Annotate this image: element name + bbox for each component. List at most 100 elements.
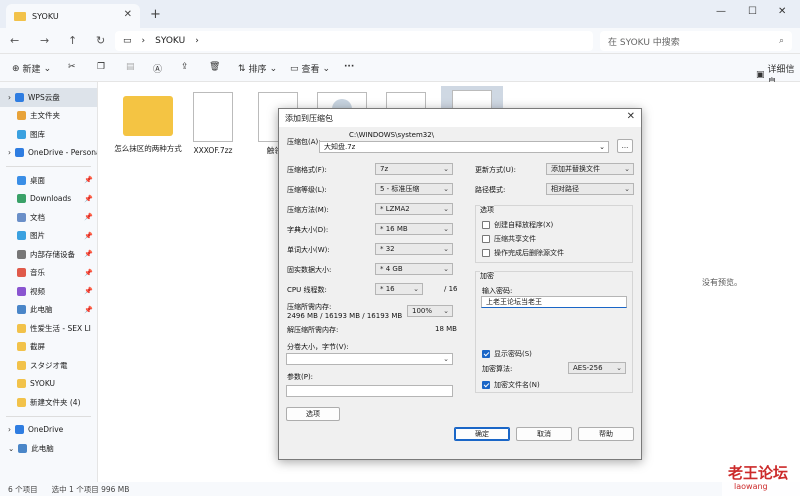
dialog-title-bar: 添加到压缩包 ✕ [279, 109, 641, 127]
copy-icon[interactable]: ❐ [97, 62, 105, 72]
archive-name-combo[interactable]: 大知盘.7z ⌄ [319, 141, 609, 153]
chevron-down-icon: ⌄ [322, 63, 331, 74]
update-select[interactable]: 添加并替换文件 ⌄ [546, 163, 634, 175]
navigation-bar: ← → ↑ ↻ ▭ › SYOKU › 在 SYOKU 中搜索 ⌕ [0, 28, 800, 54]
more-button[interactable]: ··· [344, 62, 354, 72]
shared-files-checkbox[interactable]: 压缩共享文件 [482, 234, 536, 244]
sidebar-item-documents[interactable]: 文档 📌 [0, 208, 97, 227]
password-input[interactable]: 上老王论坛当老王 [481, 296, 627, 308]
pin-icon: 📌 [84, 305, 93, 314]
update-label: 更新方式(U): [475, 166, 516, 174]
sidebar-item-label: 此电脑 [31, 443, 54, 453]
sidebar-item-folder-sex-life[interactable]: 性爱生活 - SEX LI [0, 319, 97, 338]
method-select[interactable]: * LZMA2 ⌄ [375, 203, 453, 215]
help-button[interactable]: 帮助 [578, 427, 634, 441]
sfx-checkbox[interactable]: 创建自释放程序(X) [482, 220, 553, 230]
file-item[interactable]: XXXOF.7zz [178, 92, 248, 156]
close-window-button[interactable]: ✕ [778, 6, 786, 17]
document-icon [17, 212, 26, 222]
sidebar-item-internal-storage[interactable]: 内部存储设备 📌 [0, 245, 97, 264]
sidebar-item-desktop[interactable]: 桌面 📌 [0, 171, 97, 190]
address-bar[interactable]: ▭ › SYOKU › [115, 31, 593, 51]
format-select[interactable]: 7z ⌄ [375, 163, 453, 175]
new-tab-button[interactable]: + [150, 7, 161, 22]
ok-button[interactable]: 确定 [454, 427, 510, 441]
download-icon [17, 194, 26, 204]
threads-total: / 16 [444, 285, 458, 293]
paste-icon[interactable]: ▤ [126, 62, 135, 72]
solid-value: * 4 GB [380, 265, 403, 273]
params-input[interactable] [286, 385, 453, 397]
sidebar-item-studio[interactable]: スタジオ電 [0, 356, 97, 375]
options-button[interactable]: 选项 [286, 407, 340, 421]
minimize-button[interactable]: — [716, 6, 726, 17]
search-input[interactable]: 在 SYOKU 中搜索 ⌕ [600, 31, 792, 51]
up-icon[interactable]: ↑ [68, 34, 77, 47]
computer-icon [18, 443, 28, 453]
sort-button[interactable]: ⇅ 排序 ⌄ [238, 62, 277, 76]
level-select[interactable]: 5 - 标准压缩 ⌄ [375, 183, 453, 195]
sidebar-item-label: WPS云盘 [28, 92, 60, 102]
sidebar-item-new-folder-4[interactable]: 新建文件夹 (4) [0, 393, 97, 412]
enc-method-label: 加密算法: [482, 365, 513, 373]
sidebar-item-onedrive[interactable]: › OneDrive [0, 421, 97, 440]
chevron-right-icon: › [8, 425, 11, 435]
navigation-pane: › WPS云盘 主文件夹 图库 › OneDrive - Persona 桌面 📌 D… [0, 82, 98, 482]
chevron-down-icon: ⌄ [443, 225, 449, 233]
threads-label: CPU 线程数: [287, 286, 327, 294]
sidebar-item-pictures[interactable]: 图片 📌 [0, 227, 97, 246]
mem-percent-select[interactable]: 100% ⌄ [407, 305, 453, 317]
back-icon[interactable]: ← [10, 34, 19, 47]
pin-icon: 📌 [84, 287, 93, 296]
path-mode-select[interactable]: 相对路径 ⌄ [546, 183, 634, 195]
tab-syoku[interactable]: SYOKU ✕ [6, 4, 140, 28]
sidebar-item-onedrive-personal[interactable]: › OneDrive - Persona [0, 144, 97, 163]
cut-icon[interactable]: ✂ [68, 62, 76, 72]
share-icon[interactable]: ⇪ [181, 62, 189, 72]
sidebar-item-home[interactable]: 主文件夹 [0, 107, 97, 126]
add-to-archive-dialog: 添加到压缩包 ✕ 压缩包(A): C:\WINDOWS\system32\ 大知… [278, 108, 642, 460]
sidebar-item-screenshots[interactable]: 截屏 [0, 338, 97, 357]
sidebar-item-music[interactable]: 音乐 📌 [0, 264, 97, 283]
split-size-combo[interactable]: ⌄ [286, 353, 453, 365]
file-item[interactable]: 怎么抹区的两种方式 [113, 92, 183, 154]
word-select[interactable]: * 32 ⌄ [375, 243, 453, 255]
sidebar-item-this-pc[interactable]: ⌄ 此电脑 [0, 439, 97, 458]
sidebar-item-wps[interactable]: › WPS云盘 [0, 88, 97, 107]
view-button[interactable]: ▭ 查看 ⌄ [290, 62, 331, 76]
solid-select[interactable]: * 4 GB ⌄ [375, 263, 453, 275]
computer-icon [17, 305, 26, 315]
maximize-button[interactable]: ☐ [748, 6, 757, 17]
delete-after-checkbox[interactable]: 操作完成后删除源文件 [482, 248, 564, 258]
delete-icon[interactable]: 🗑 [209, 62, 220, 72]
dict-select[interactable]: * 16 MB ⌄ [375, 223, 453, 235]
rename-icon[interactable]: Ⓐ [153, 62, 162, 75]
delete-after-label: 操作完成后删除源文件 [494, 249, 564, 257]
sidebar-item-this-pc-pinned[interactable]: 此电脑 📌 [0, 301, 97, 320]
refresh-icon[interactable]: ↻ [96, 34, 105, 47]
chevron-down-icon: ⌄ [624, 165, 630, 173]
show-password-checkbox[interactable]: 显示密码(S) [482, 349, 532, 359]
sidebar-item-label: 桌面 [30, 175, 45, 185]
cloud-icon [15, 425, 24, 435]
browse-button[interactable]: ... [617, 139, 633, 153]
encrypt-names-checkbox[interactable]: 加密文件名(N) [482, 380, 540, 390]
forward-icon[interactable]: → [40, 34, 49, 47]
sidebar-item-gallery[interactable]: 图库 [0, 125, 97, 144]
folder-icon [17, 397, 26, 407]
solid-label: 固实数据大小: [287, 266, 332, 274]
split-label: 分卷大小，字节(V): [287, 343, 349, 351]
dialog-close-icon[interactable]: ✕ [627, 111, 635, 122]
format-value: 7z [380, 165, 389, 173]
sidebar-item-label: Downloads [30, 194, 72, 204]
threads-select[interactable]: * 16 ⌄ [375, 283, 423, 295]
new-button[interactable]: ⊕ 新建 ⌄ [12, 62, 51, 76]
sidebar-item-downloads[interactable]: Downloads 📌 [0, 190, 97, 209]
enc-method-select[interactable]: AES-256 ⌄ [568, 362, 626, 374]
watermark-logo: 老王论坛 laowang [722, 462, 800, 496]
close-tab-icon[interactable]: ✕ [124, 9, 132, 20]
sidebar-item-videos[interactable]: 视频 📌 [0, 282, 97, 301]
sidebar-item-label: 性爱生活 - SEX LI [30, 323, 91, 333]
sidebar-item-syoku[interactable]: SYOKU [0, 375, 97, 394]
cancel-button[interactable]: 取消 [516, 427, 572, 441]
